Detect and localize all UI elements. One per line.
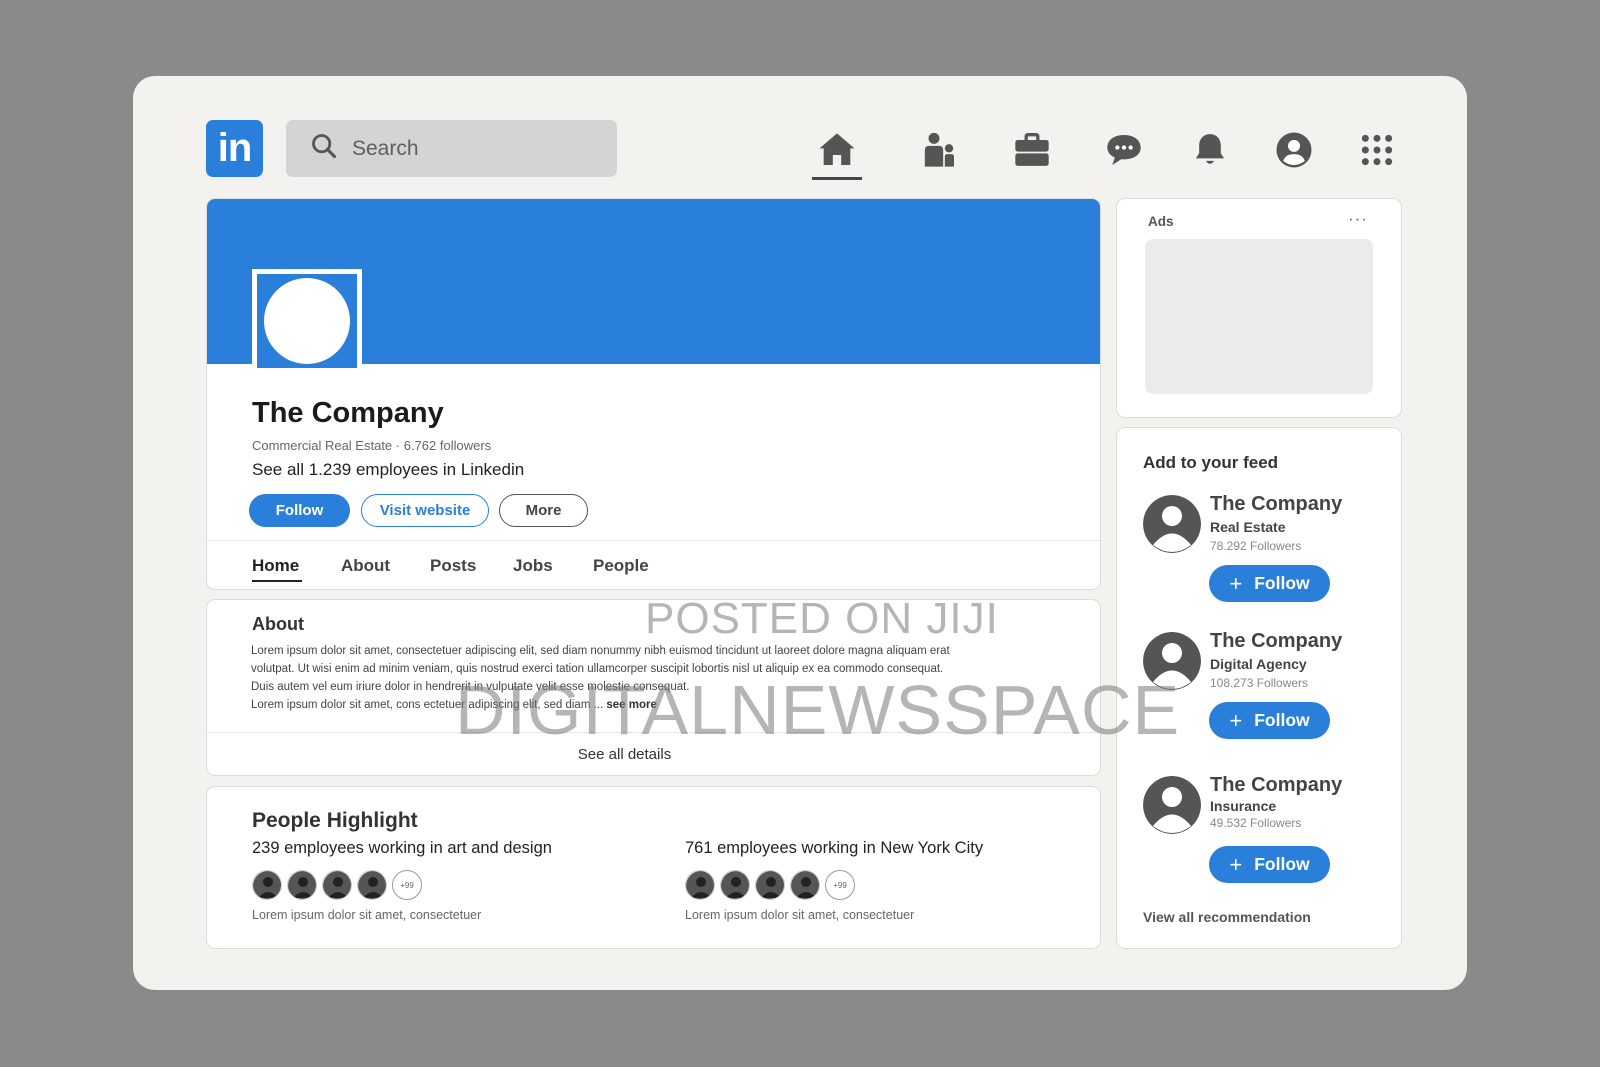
tab-posts[interactable]: Posts	[430, 556, 476, 576]
avatar	[357, 870, 387, 900]
search-input[interactable]	[352, 136, 592, 161]
people-group: 761 employees working in New York City +…	[685, 839, 983, 922]
recommendation-industry: Digital Agency	[1210, 656, 1307, 672]
avatar	[322, 870, 352, 900]
messaging-icon[interactable]	[1102, 128, 1146, 172]
recommendation-follow-button[interactable]: + Follow	[1209, 846, 1330, 883]
view-all-recommendations-link[interactable]: View all recommendation	[1143, 909, 1311, 925]
network-icon[interactable]	[917, 128, 961, 172]
avatar	[720, 870, 750, 900]
about-line: Lorem ipsum dolor sit amet, consectetuer…	[251, 645, 950, 657]
recommendation-followers: 49.532 Followers	[1210, 816, 1302, 830]
watermark-text: POSTED ON JIJI	[645, 594, 999, 643]
avatar	[252, 870, 282, 900]
more-people-badge[interactable]: +99	[825, 870, 855, 900]
tab-home[interactable]: Home	[252, 556, 299, 576]
recommendation-name[interactable]: The Company	[1210, 630, 1342, 653]
tab-people[interactable]: People	[593, 556, 649, 576]
ads-label: Ads	[1148, 214, 1174, 229]
avatar-stack[interactable]: +99	[685, 870, 983, 900]
recommendation-followers: 108.273 Followers	[1210, 676, 1309, 690]
more-button[interactable]: More	[499, 494, 588, 527]
watermark-text: DIGITALNEWSSPACE	[455, 671, 1181, 749]
search-bar[interactable]	[286, 120, 617, 177]
divider	[207, 540, 1100, 541]
company-profile-card: The Company Commercial Real Estate · 6.7…	[206, 198, 1101, 590]
apps-grid-icon[interactable]	[1355, 128, 1399, 172]
visit-website-button[interactable]: Visit website	[361, 494, 489, 527]
recommendation-followers: 78.292 Followers	[1210, 539, 1302, 553]
plus-icon: +	[1229, 707, 1243, 733]
more-people-badge[interactable]: +99	[392, 870, 422, 900]
people-group-title: 239 employees working in art and design	[252, 839, 552, 857]
recommendation-follow-button[interactable]: + Follow	[1209, 702, 1330, 739]
avatar	[790, 870, 820, 900]
company-meta: Commercial Real Estate · 6.762 followers	[252, 438, 492, 453]
profile-icon[interactable]	[1272, 128, 1316, 172]
home-icon[interactable]	[815, 128, 859, 172]
avatar	[287, 870, 317, 900]
plus-icon: +	[1229, 851, 1243, 877]
people-group-title: 761 employees working in New York City	[685, 839, 984, 857]
avatar-stack[interactable]: +99	[252, 870, 552, 900]
tab-jobs[interactable]: Jobs	[513, 556, 553, 576]
tab-about[interactable]: About	[341, 556, 390, 576]
jobs-icon[interactable]	[1010, 128, 1054, 172]
nav-active-indicator	[812, 177, 862, 180]
ads-card: Ads ···	[1116, 198, 1402, 418]
feed-title: Add to your feed	[1143, 453, 1279, 472]
notifications-icon[interactable]	[1188, 128, 1232, 172]
company-name: The Company	[252, 397, 444, 429]
avatar	[685, 870, 715, 900]
about-title: About	[252, 614, 304, 634]
plus-icon: +	[1229, 570, 1243, 596]
people-group: 239 employees working in art and design …	[252, 839, 552, 922]
follow-button[interactable]: Follow	[249, 494, 350, 527]
people-highlight-title: People Highlight	[252, 809, 418, 832]
avatar	[755, 870, 785, 900]
people-highlight-card: People Highlight 239 employees working i…	[206, 786, 1101, 949]
recommendation-name[interactable]: The Company	[1210, 493, 1342, 516]
recommendation-industry: Insurance	[1210, 798, 1277, 814]
recommendation-name[interactable]: The Company	[1210, 774, 1342, 797]
search-icon	[310, 132, 338, 165]
ad-placeholder[interactable]	[1145, 239, 1373, 394]
more-options-icon[interactable]: ···	[1348, 209, 1368, 229]
recommendation-industry: Real Estate	[1210, 519, 1286, 535]
linkedin-logo[interactable]: in	[206, 120, 263, 177]
recommendation-follow-button[interactable]: + Follow	[1209, 565, 1330, 602]
company-avatar[interactable]	[1143, 495, 1201, 553]
people-group-caption: Lorem ipsum dolor sit amet, consectetuer	[252, 908, 482, 922]
people-group-caption: Lorem ipsum dolor sit amet, consectetuer	[685, 908, 915, 922]
tab-active-indicator	[252, 580, 302, 582]
employees-link[interactable]: See all 1.239 employees in Linkedin	[252, 460, 524, 480]
company-logo	[252, 269, 362, 373]
company-avatar[interactable]	[1143, 776, 1201, 834]
